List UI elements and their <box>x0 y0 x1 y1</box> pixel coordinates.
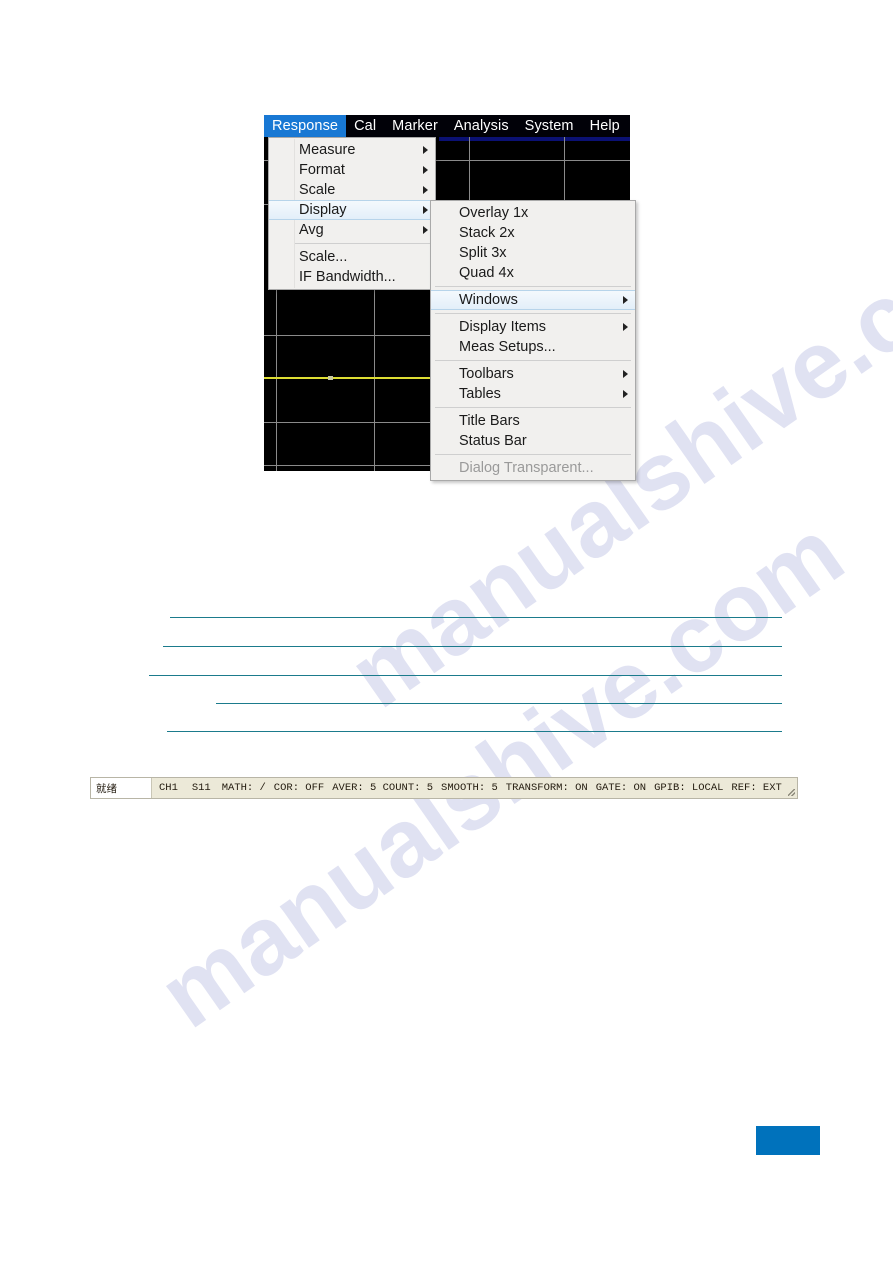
chevron-right-icon <box>423 206 428 214</box>
menu-item-label: Stack 2x <box>459 225 515 241</box>
menu-item-avg[interactable]: Avg <box>269 220 435 240</box>
chevron-right-icon <box>623 296 628 304</box>
menubar-item-response[interactable]: Response <box>264 115 347 137</box>
chevron-right-icon <box>423 166 428 174</box>
menu-item-label: Title Bars <box>459 413 520 429</box>
menu-separator <box>273 243 431 244</box>
menu-item-meas-setups[interactable]: Meas Setups... <box>431 337 635 357</box>
menu-item-dialog-transparent: Dialog Transparent... <box>431 458 635 478</box>
menu-item-overlay-1x[interactable]: Overlay 1x <box>431 203 635 223</box>
menu-item-label: Scale... <box>299 249 348 265</box>
menu-item-format[interactable]: Format <box>269 160 435 180</box>
menubar-item-cal[interactable]: Cal <box>346 115 384 137</box>
table-rule <box>167 731 782 732</box>
page-number-badge <box>756 1126 820 1155</box>
table-rule <box>149 675 782 676</box>
chevron-right-icon <box>623 323 628 331</box>
status-cell-smooth: SMOOTH: 5 <box>441 782 498 794</box>
chevron-right-icon <box>423 186 428 194</box>
trace-marker-icon <box>328 376 333 380</box>
menu-item-label: Dialog Transparent... <box>459 460 594 476</box>
status-cell-gpib: GPIB: LOCAL <box>654 782 724 794</box>
watermark-text-primary: manualshive.com <box>140 498 862 1049</box>
status-cell-average: AVER: 5 COUNT: 5 <box>332 782 434 794</box>
menu-item-stack-2x[interactable]: Stack 2x <box>431 223 635 243</box>
menu-item-toolbars[interactable]: Toolbars <box>431 364 635 384</box>
status-cell-reference: REF: EXT <box>731 782 782 794</box>
status-bar: 就绪 CH1 S11 MATH: / COR: OFF AVER: 5 COUN… <box>90 777 798 799</box>
menu-separator <box>435 286 631 287</box>
menu-item-if-bandwidth[interactable]: IF Bandwidth... <box>269 267 435 287</box>
menu-item-label: Toolbars <box>459 366 514 382</box>
menu-item-label: Windows <box>459 292 518 308</box>
menu-item-split-3x[interactable]: Split 3x <box>431 243 635 263</box>
menu-separator <box>435 360 631 361</box>
table-rule <box>163 646 782 647</box>
menu-item-label: Tables <box>459 386 501 402</box>
chevron-right-icon <box>423 226 428 234</box>
status-cell-math: MATH: / <box>221 782 266 794</box>
status-cell-channel: CH1 <box>158 782 178 794</box>
status-cell-parameter: S11 <box>191 782 211 794</box>
menu-item-measure[interactable]: Measure <box>269 140 435 160</box>
menu-item-label: Display <box>299 202 347 218</box>
menubar-item-system[interactable]: System <box>517 115 582 137</box>
response-dropdown-menu: Measure Format Scale Display Avg Scale..… <box>268 137 436 290</box>
menu-item-display-items[interactable]: Display Items <box>431 317 635 337</box>
status-cell-gate: GATE: ON <box>595 782 647 794</box>
menu-item-label: Quad 4x <box>459 265 514 281</box>
menubar-item-help[interactable]: Help <box>582 115 628 137</box>
window-title-strip <box>439 137 630 141</box>
status-ready-cell: 就绪 <box>91 778 152 798</box>
menu-item-quad-4x[interactable]: Quad 4x <box>431 263 635 283</box>
menu-separator <box>435 454 631 455</box>
table-rule <box>170 617 782 618</box>
menu-item-label: Avg <box>299 222 324 238</box>
status-cell-correction: COR: OFF <box>273 782 325 794</box>
menubar-item-analysis[interactable]: Analysis <box>446 115 517 137</box>
table-rule <box>216 703 782 704</box>
menu-item-windows[interactable]: Windows <box>431 290 635 310</box>
display-submenu: Overlay 1x Stack 2x Split 3x Quad 4x Win… <box>430 200 636 481</box>
menu-item-label: Split 3x <box>459 245 507 261</box>
chevron-right-icon <box>423 146 428 154</box>
menu-item-scale-dialog[interactable]: Scale... <box>269 247 435 267</box>
chevron-right-icon <box>623 390 628 398</box>
menu-item-label: Overlay 1x <box>459 205 529 221</box>
status-cell-transform: TRANSFORM: ON <box>505 782 588 794</box>
menu-item-label: Meas Setups... <box>459 339 556 355</box>
menu-item-label: Format <box>299 162 345 178</box>
menu-item-tables[interactable]: Tables <box>431 384 635 404</box>
menu-item-title-bars[interactable]: Title Bars <box>431 411 635 431</box>
menu-item-label: Scale <box>299 182 336 198</box>
menu-bar: Response Cal Marker Analysis System Help <box>264 115 630 137</box>
resize-grip-icon[interactable] <box>786 778 797 798</box>
menu-item-label: Status Bar <box>459 433 527 449</box>
menu-item-scale-sub[interactable]: Scale <box>269 180 435 200</box>
chevron-right-icon <box>623 370 628 378</box>
menu-item-label: Display Items <box>459 319 547 335</box>
menu-item-label: IF Bandwidth... <box>299 269 396 285</box>
vna-application-screenshot: Response Cal Marker Analysis System Help… <box>264 115 636 481</box>
menu-separator <box>435 313 631 314</box>
menu-separator <box>435 407 631 408</box>
menubar-item-marker[interactable]: Marker <box>384 115 446 137</box>
menu-item-status-bar[interactable]: Status Bar <box>431 431 635 451</box>
menu-item-label: Measure <box>299 142 356 158</box>
menu-item-display[interactable]: Display <box>269 200 435 220</box>
